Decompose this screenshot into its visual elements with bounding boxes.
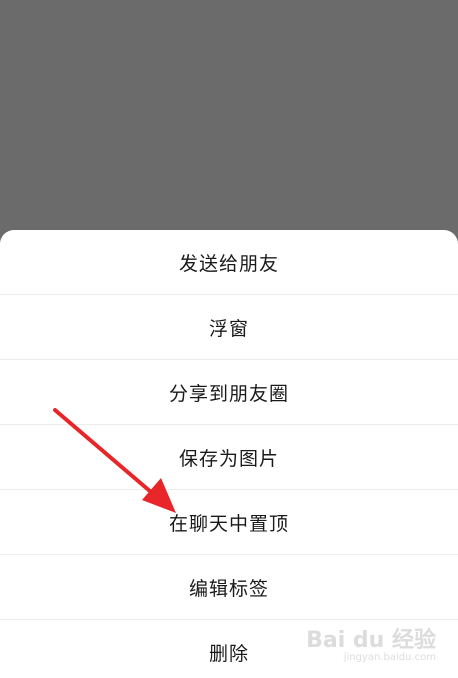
menu-item-save-as-image[interactable]: 保存为图片 xyxy=(0,425,458,490)
menu-item-label: 编辑标签 xyxy=(188,577,269,600)
watermark-logo: Bai du 经验 xyxy=(306,628,436,653)
menu-item-share-to-moments[interactable]: 分享到朋友圈 xyxy=(0,360,458,425)
menu-item-label: 删除 xyxy=(208,643,249,665)
menu-item-edit-tags[interactable]: 编辑标签 xyxy=(0,555,458,620)
menu-item-label: 发送给朋友 xyxy=(178,252,279,275)
menu-item-send-to-friend[interactable]: 发送给朋友 xyxy=(0,230,458,295)
menu-item-label: 保存为图片 xyxy=(178,447,279,470)
menu-item-label: 浮窗 xyxy=(208,317,249,340)
watermark-url: jingyan.baidu.com xyxy=(343,652,436,663)
menu-item-label: 在聊天中置顶 xyxy=(168,512,289,535)
menu-item-floating-window[interactable]: 浮窗 xyxy=(0,295,458,360)
menu-item-label: 分享到朋友圈 xyxy=(168,382,289,405)
action-sheet: 发送给朋友 浮窗 分享到朋友圈 保存为图片 在聊天中置顶 编辑标签 删除 xyxy=(0,230,458,678)
menu-item-pin-in-chat[interactable]: 在聊天中置顶 xyxy=(0,490,458,555)
baidu-jingyan-watermark: Bai du 经验 jingyan.baidu.com xyxy=(306,630,436,664)
